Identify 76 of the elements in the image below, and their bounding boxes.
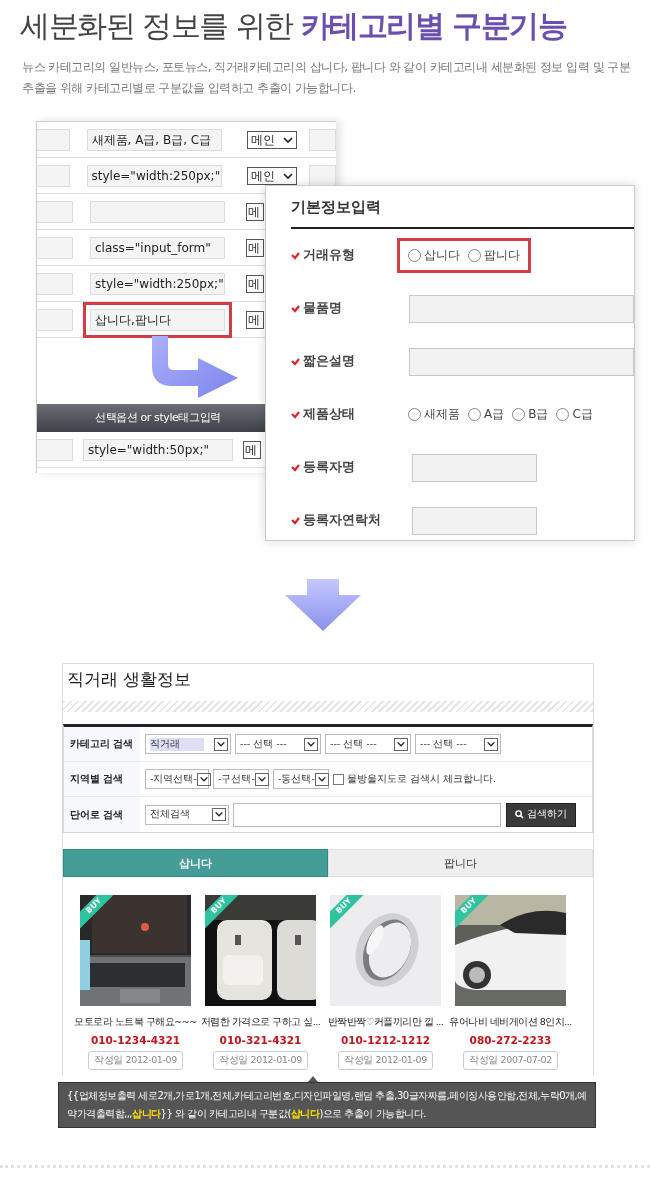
phone-number: 010-321-4321 xyxy=(219,1034,302,1046)
radio-option[interactable]: B급 xyxy=(512,406,549,423)
dropdown-icon xyxy=(254,772,269,786)
dropdown-icon xyxy=(394,737,408,751)
phone-number: 080-272-2233 xyxy=(469,1034,552,1046)
dropdown-icon xyxy=(484,737,498,751)
field-label: 거래유형 xyxy=(303,247,355,264)
product-title[interactable]: 유어나비 네비게이션 8인치... xyxy=(449,1016,572,1029)
search-label: 지역별 검색 xyxy=(64,762,140,796)
input-field[interactable] xyxy=(409,294,634,323)
product-title[interactable]: 반짝반짝♡커플끼리만 낄 ... xyxy=(327,1016,444,1029)
dropdown-icon xyxy=(314,772,329,786)
date-tag: 작성일 2012-01-09 xyxy=(213,1051,308,1070)
radio-option[interactable]: C급 xyxy=(556,406,593,423)
dropdown-icon xyxy=(304,737,318,751)
search-icon xyxy=(515,810,524,819)
input-field[interactable]: 삽니다,팝니다 xyxy=(90,308,225,331)
input-field[interactable] xyxy=(409,347,634,376)
dropdown-icon xyxy=(214,737,228,751)
select-field[interactable]: 전체검색 xyxy=(145,804,229,825)
check-icon xyxy=(291,251,300,260)
input-field[interactable] xyxy=(412,506,537,535)
input-field[interactable] xyxy=(412,453,537,482)
input-field[interactable]: style="width:50px;" xyxy=(83,438,233,461)
select-field[interactable]: --- 선택 --- xyxy=(325,734,411,754)
search-field[interactable] xyxy=(233,802,501,827)
select-field[interactable]: --- 선택 --- xyxy=(235,734,321,754)
dropdown-icon xyxy=(212,808,226,821)
input-field[interactable]: class="input_form" xyxy=(90,236,225,259)
select-field[interactable]: -구선택- xyxy=(213,769,269,789)
input-field[interactable]: style="width:250px;" xyxy=(90,272,225,295)
field-label: 짧은설명 xyxy=(303,353,355,370)
product-title[interactable]: 모토로라 노트북 구해요~~~ xyxy=(74,1016,197,1029)
checkbox-option[interactable]: 물방울지도로 검색시 체크합니다. xyxy=(333,772,497,786)
check-icon xyxy=(291,516,300,525)
page-title: 세분화된 정보를 위한 카테고리별 구분기능 xyxy=(19,7,568,45)
search-button[interactable]: 검색하기 xyxy=(506,802,576,827)
select-field[interactable]: 메 xyxy=(243,440,261,459)
tooltip-text: {{업체정보출력 세로2개,가로1개,전체,카테고리번호,디자인파일명,랜덤 추출,30글자짜름,페이징사용안함,전체,누락0개,예약가격출력함,,,삽니다}} 와 같이 카테고리내 구분값(삽니다)으로 추출이 가능합니다. xyxy=(67,1090,587,1119)
select-field[interactable]: 직거래 xyxy=(145,734,231,754)
phone-number: 010-1234-4321 xyxy=(90,1034,181,1046)
select-field[interactable]: 메인 xyxy=(246,166,297,185)
board-title: 직거래 생활정보 xyxy=(66,668,193,691)
select-field[interactable]: 메 xyxy=(246,310,264,329)
radio-option[interactable]: 삽니다 xyxy=(408,247,460,264)
select-field[interactable]: -지역선택- xyxy=(145,769,209,789)
input-field[interactable] xyxy=(90,200,225,223)
description: 뉴스 카테고리의 일반뉴스, 포토뉴스, 직거래카테고리의 삽니다, 팝니다 와 같이 카테고리내 세분화된 정보 입력 및 구분 추출을 위해 카테고리별로 구분값을 입력하고 추출이 가능합니다. xyxy=(22,59,632,97)
radio-option[interactable]: A급 xyxy=(468,406,505,423)
select-field[interactable]: 메 xyxy=(246,274,264,293)
check-icon xyxy=(291,304,300,313)
dropdown-icon xyxy=(196,772,211,786)
date-tag: 작성일 2012-01-09 xyxy=(88,1051,183,1070)
select-field[interactable]: --- 선택 --- xyxy=(415,734,501,754)
select-field[interactable]: 메인 xyxy=(246,130,297,149)
product-title[interactable]: 저렴한 가격으로 구하고 싶... xyxy=(200,1016,321,1029)
radio-option[interactable]: 새제품 xyxy=(408,406,460,423)
search-label: 단어로 검색 xyxy=(64,797,140,832)
select-field[interactable]: -동선택- xyxy=(273,769,329,789)
radio-option[interactable]: 팝니다 xyxy=(468,247,520,264)
field-label: 등록자명 xyxy=(303,459,355,476)
check-icon xyxy=(291,357,300,366)
check-icon xyxy=(291,410,300,419)
form-title: 기본정보입력 xyxy=(291,198,634,229)
date-tag: 작성일 2012-01-09 xyxy=(338,1051,433,1070)
input-field[interactable]: style="width:250px;" xyxy=(86,164,222,187)
phone-number: 010-1212-1212 xyxy=(340,1034,431,1046)
search-label: 카테고리 검색 xyxy=(64,727,140,761)
input-field[interactable]: 새제품, A급, B급, C급 xyxy=(86,128,222,151)
select-field[interactable]: 메 xyxy=(246,202,264,221)
field-label: 물품명 xyxy=(303,300,342,317)
field-label: 등록자연락처 xyxy=(303,512,381,529)
date-tag: 작성일 2007-07-02 xyxy=(463,1051,558,1070)
tab[interactable]: 팝니다 xyxy=(328,849,593,877)
check-icon xyxy=(291,463,300,472)
select-field[interactable]: 메 xyxy=(246,238,264,257)
